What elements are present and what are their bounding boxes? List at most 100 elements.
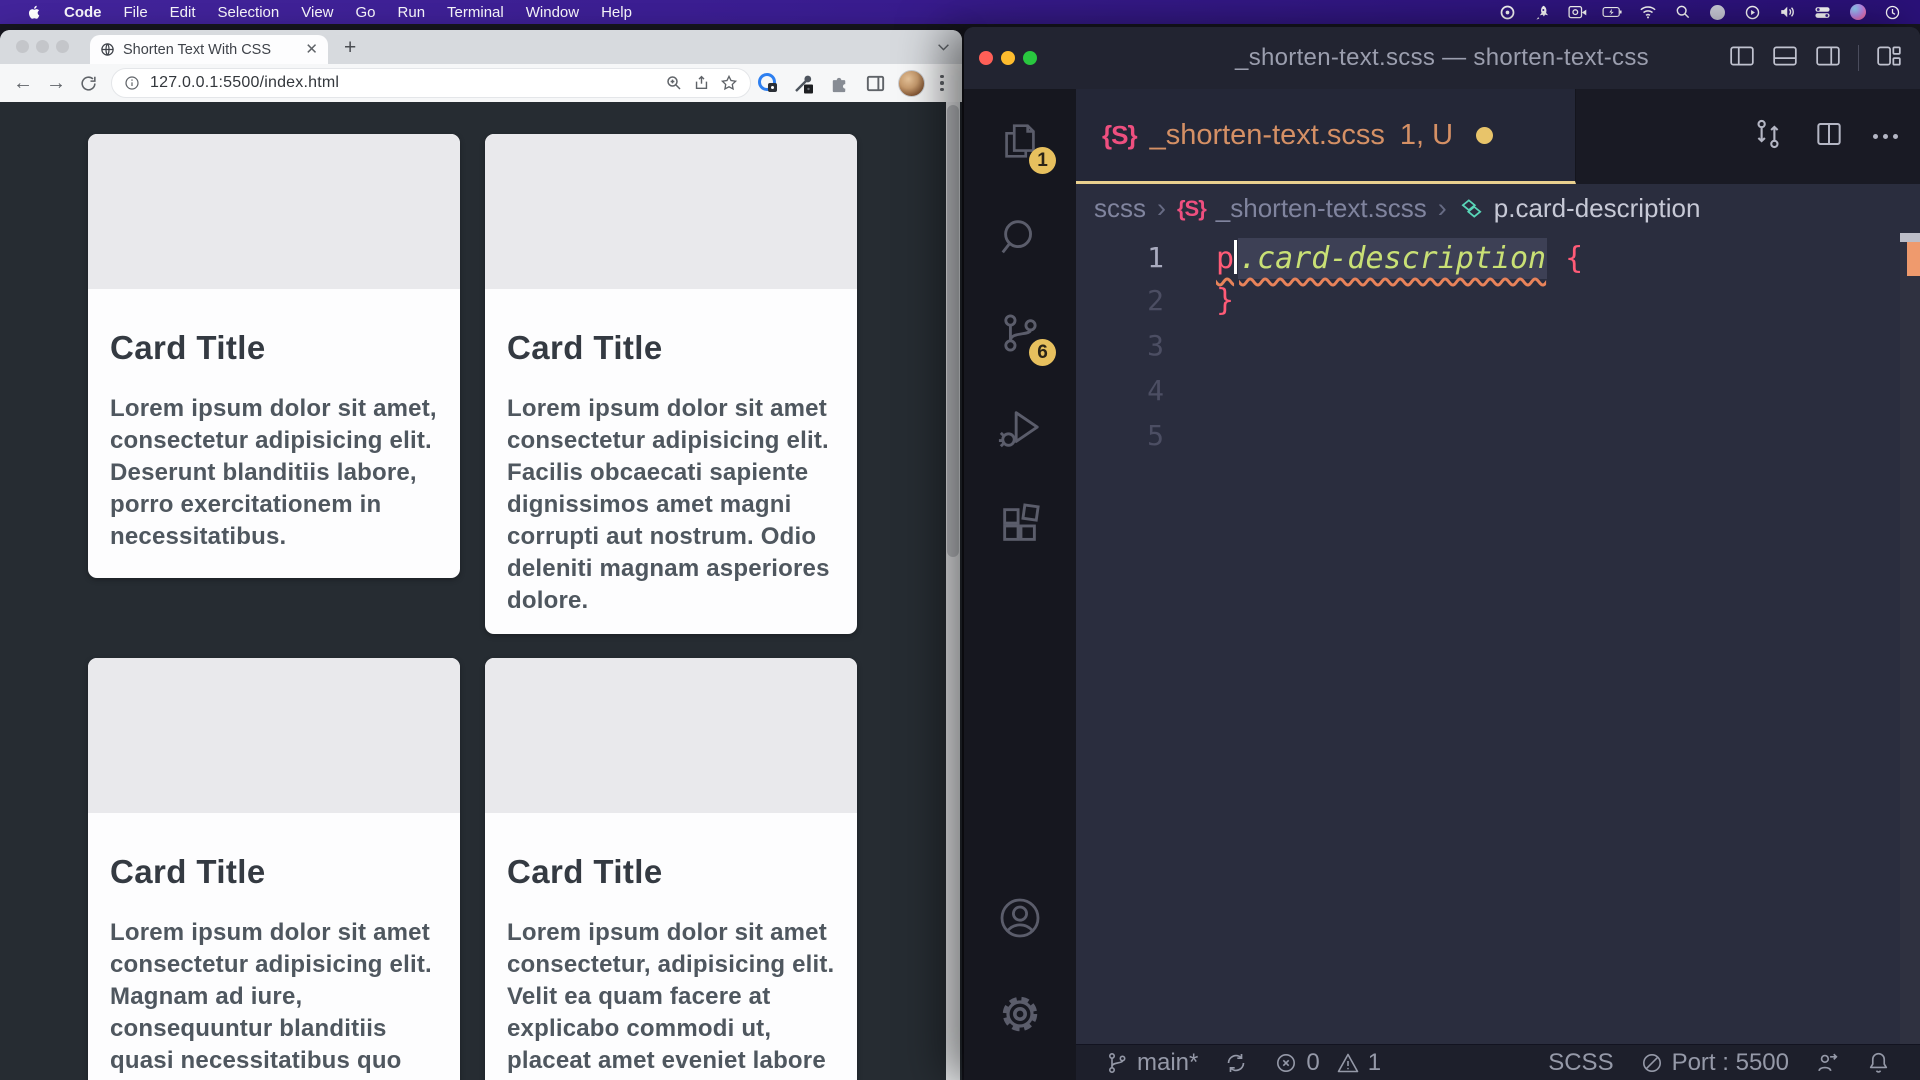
forward-button[interactable]: → [46, 73, 66, 93]
menu-edit[interactable]: Edit [159, 4, 207, 21]
code-space [1547, 241, 1565, 276]
chevron-right-icon: › [1437, 193, 1448, 224]
editor-scrollbar[interactable] [1900, 233, 1920, 1044]
menu-file[interactable]: File [113, 4, 159, 21]
toggle-sidebar-icon[interactable] [1729, 45, 1755, 72]
bookmark-star-icon[interactable] [720, 74, 738, 92]
apple-logo-icon[interactable] [14, 4, 53, 21]
toggle-panel-icon[interactable] [1772, 45, 1798, 72]
extensions-puzzle-icon[interactable] [826, 70, 853, 97]
menu-app-name[interactable]: Code [53, 4, 113, 21]
zoom-window-button[interactable] [1023, 51, 1037, 65]
editor-tab-filename: _shorten-text.scss [1150, 119, 1385, 152]
address-bar[interactable]: 127.0.0.1:5500/index.html [111, 68, 751, 98]
browser-scrollbar[interactable] [946, 102, 960, 1080]
rocket-icon[interactable] [1525, 4, 1560, 21]
notifications-bell-icon[interactable] [1853, 1050, 1904, 1075]
wifi-icon[interactable] [1630, 5, 1665, 19]
live-server-port-item[interactable]: Port : 5500 [1627, 1049, 1802, 1077]
card-title: Card Title [110, 329, 438, 367]
zoom-page-icon[interactable] [665, 74, 683, 92]
breadcrumb-folder[interactable]: scss [1094, 193, 1146, 224]
tab-close-icon[interactable]: ✕ [305, 42, 318, 57]
breadcrumb-symbol[interactable]: p.card-description [1494, 193, 1701, 224]
browser-menu-icon[interactable] [934, 70, 950, 97]
close-window-button[interactable] [979, 51, 993, 65]
settings-gear-icon[interactable] [964, 966, 1076, 1062]
line-number: 4 [1076, 374, 1164, 407]
menu-terminal[interactable]: Terminal [436, 4, 515, 21]
menu-help[interactable]: Help [590, 4, 643, 21]
vscode-title-bar[interactable]: _shorten-text.scss — shorten-text-css [964, 27, 1920, 89]
card: Card Title Lorem ipsum dolor sit amet co… [485, 134, 857, 634]
control-center-icon[interactable] [1805, 5, 1840, 20]
menu-selection[interactable]: Selection [207, 4, 291, 21]
explorer-icon[interactable]: 1 [964, 93, 1076, 189]
code-open-brace: { [1565, 241, 1583, 276]
scrollbar-thumb[interactable] [947, 105, 959, 557]
code-editor[interactable]: 1 p.card-description { 2 } 3 4 5 [1076, 233, 1920, 1044]
url-text[interactable]: 127.0.0.1:5500/index.html [150, 74, 655, 92]
share-icon[interactable] [693, 74, 710, 92]
new-tab-button[interactable]: + [344, 36, 356, 60]
volume-icon[interactable] [1770, 4, 1805, 20]
siri-icon[interactable] [1840, 4, 1875, 20]
menu-window[interactable]: Window [515, 4, 590, 21]
eyedropper-extension-icon[interactable] [790, 70, 817, 97]
menu-go[interactable]: Go [345, 4, 387, 21]
status-bar: main* 0 1 SCSS [1076, 1044, 1920, 1080]
problems-item[interactable]: 0 1 [1261, 1049, 1394, 1077]
reload-button[interactable] [79, 74, 98, 93]
git-branch-item[interactable]: main* [1092, 1049, 1211, 1077]
site-info-icon[interactable] [124, 75, 140, 91]
breadcrumb[interactable]: scss › {S} _shorten-text.scss › p.card-d… [1076, 184, 1920, 233]
menu-run[interactable]: Run [387, 4, 437, 21]
battery-icon[interactable] [1595, 5, 1630, 19]
language-mode-item[interactable]: SCSS [1535, 1049, 1626, 1077]
source-control-icon[interactable]: 6 [964, 285, 1076, 381]
screen-mirroring-icon[interactable] [1560, 5, 1595, 20]
menu-view[interactable]: View [290, 4, 344, 21]
toggle-secondary-sidebar-icon[interactable] [1815, 45, 1841, 72]
globe-favicon-icon [100, 42, 115, 57]
screen-record-icon[interactable] [1490, 4, 1525, 21]
split-editor-icon[interactable] [1813, 118, 1845, 155]
profile-avatar[interactable] [898, 70, 925, 97]
divider [1858, 45, 1859, 71]
spotlight-search-icon[interactable] [1665, 4, 1700, 20]
close-window-button[interactable] [16, 40, 29, 53]
zoom-window-button[interactable] [56, 40, 69, 53]
editor-tab[interactable]: {S} _shorten-text.scss 1, U [1076, 89, 1576, 184]
line-number: 3 [1076, 329, 1164, 362]
clock-icon[interactable] [1875, 4, 1910, 21]
browser-tab[interactable]: Shorten Text With CSS ✕ [90, 35, 328, 64]
tab-search-chevron-icon[interactable] [937, 39, 950, 57]
minimize-window-button[interactable] [1001, 51, 1015, 65]
open-changes-icon[interactable] [1751, 117, 1785, 156]
run-and-debug-icon[interactable] [964, 381, 1076, 477]
back-button[interactable]: ← [13, 73, 33, 93]
source-control-badge: 6 [1029, 339, 1056, 366]
do-not-disturb-icon[interactable] [1700, 5, 1735, 20]
play-circle-icon[interactable] [1735, 4, 1770, 21]
sync-changes-button[interactable] [1211, 1051, 1261, 1075]
side-panel-icon[interactable] [862, 70, 889, 97]
chevron-right-icon: › [1156, 193, 1167, 224]
more-actions-icon[interactable] [1873, 134, 1898, 139]
feedback-item[interactable] [1802, 1050, 1853, 1075]
browser-tab-strip: Shorten Text With CSS ✕ + [0, 30, 962, 64]
account-icon[interactable] [964, 870, 1076, 966]
search-icon[interactable] [964, 189, 1076, 285]
vscode-window: _shorten-text.scss — shorten-text-css [964, 27, 1920, 1080]
editor-tab-bar: {S} _shorten-text.scss 1, U [1076, 89, 1920, 184]
customize-layout-icon[interactable] [1876, 45, 1902, 72]
macos-menu-bar: Code File Edit Selection View Go Run Ter… [0, 0, 1920, 24]
card-title: Card Title [110, 853, 438, 891]
card: Card Title Lorem ipsum dolor sit amet, c… [88, 134, 460, 578]
password-extension-icon[interactable] [754, 70, 781, 97]
card-image-placeholder [88, 658, 460, 813]
extensions-icon[interactable] [964, 477, 1076, 573]
unsaved-changes-dot[interactable] [1476, 127, 1493, 144]
breadcrumb-file[interactable]: _shorten-text.scss [1216, 193, 1427, 224]
minimize-window-button[interactable] [36, 40, 49, 53]
